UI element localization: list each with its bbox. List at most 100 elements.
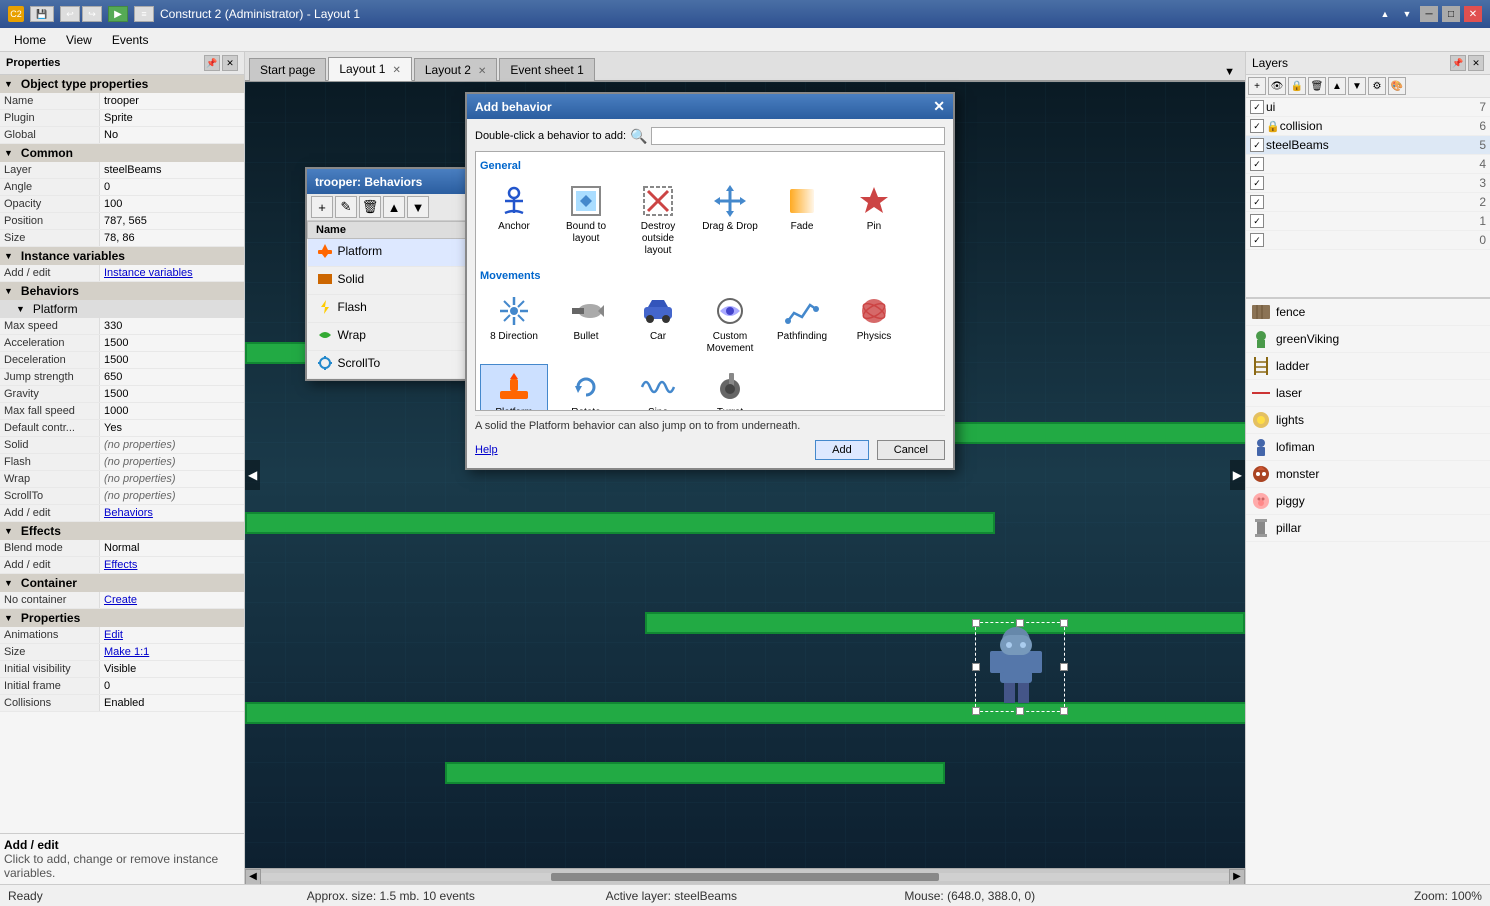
layer-4-vis[interactable]: ✓ (1250, 157, 1264, 171)
tab-layout1-close[interactable]: ✕ (392, 65, 400, 76)
behavior-drag[interactable]: Drag & Drop (696, 178, 764, 262)
behavior-bullet[interactable]: Bullet (552, 288, 620, 360)
layer-add-btn[interactable]: + (1248, 77, 1266, 95)
layer-ui[interactable]: ✓ ui 7 (1246, 98, 1490, 117)
tab-layout2-close[interactable]: ✕ (478, 66, 486, 77)
obj-ladder[interactable]: ladder (1246, 353, 1490, 380)
layer-2[interactable]: ✓ 2 (1246, 193, 1490, 212)
behavior-car[interactable]: Car (624, 288, 692, 360)
tabs-dropdown[interactable]: ▼ (1218, 64, 1241, 80)
layer-0-vis[interactable]: ✓ (1250, 233, 1264, 247)
behavior-physics[interactable]: Physics (840, 288, 908, 360)
beh-down-btn[interactable]: ▼ (407, 196, 429, 218)
obj-greenviking[interactable]: greenViking (1246, 326, 1490, 353)
behavior-bound[interactable]: Bound to layout (552, 178, 620, 262)
menu-home[interactable]: Home (4, 31, 56, 49)
beh-delete-btn[interactable]: 🗑 (359, 196, 381, 218)
layer-4[interactable]: ✓ 4 (1246, 155, 1490, 174)
layer-up-btn[interactable]: ▲ (1328, 77, 1346, 95)
pin-icon[interactable]: 📌 (204, 55, 220, 71)
behavior-pathfinding[interactable]: Pathfinding (768, 288, 836, 360)
layer-3-vis[interactable]: ✓ (1250, 176, 1264, 190)
make-1-1-link[interactable]: Make 1:1 (100, 644, 244, 660)
layer-lock-btn[interactable]: 🔒 (1288, 77, 1306, 95)
obj-fence[interactable]: fence (1246, 299, 1490, 326)
layer-ui-vis[interactable]: ✓ (1250, 100, 1264, 114)
beh-add-btn[interactable]: + (311, 196, 333, 218)
animations-link[interactable]: Edit (100, 627, 244, 643)
layer-0[interactable]: ✓ 0 (1246, 231, 1490, 250)
behavior-fade[interactable]: Fade (768, 178, 836, 262)
help-link[interactable]: Help (475, 444, 498, 456)
scroll-left-btn[interactable]: ◀ (245, 869, 261, 885)
layer-delete-btn[interactable]: 🗑 (1308, 77, 1326, 95)
scrollbar-track[interactable] (261, 873, 1229, 881)
collapse-container[interactable]: ▼ (4, 578, 13, 588)
arrow-up-btn[interactable]: ▲ (1376, 6, 1394, 22)
obj-monster[interactable]: monster (1246, 461, 1490, 488)
layer-1-vis[interactable]: ✓ (1250, 214, 1264, 228)
obj-laser[interactable]: laser (1246, 380, 1490, 407)
beh-up-btn[interactable]: ▲ (383, 196, 405, 218)
layers-pin-btn[interactable]: 📌 (1450, 55, 1466, 71)
tab-layout1[interactable]: Layout 1 ✕ (328, 57, 412, 81)
behavior-custom[interactable]: Custom Movement (696, 288, 764, 360)
minimize-btn[interactable]: ─ (1420, 6, 1438, 22)
tab-event-sheet[interactable]: Event sheet 1 (499, 58, 594, 81)
behavior-8dir[interactable]: 8 Direction (480, 288, 548, 360)
close-panel-icon[interactable]: ✕ (222, 55, 238, 71)
obj-lights[interactable]: lights (1246, 407, 1490, 434)
layer-2-vis[interactable]: ✓ (1250, 195, 1264, 209)
behavior-rotate[interactable]: Rotate (552, 364, 620, 411)
obj-pillar[interactable]: pillar (1246, 515, 1490, 542)
obj-piggy[interactable]: piggy (1246, 488, 1490, 515)
collapse-behaviors[interactable]: ▼ (4, 286, 13, 296)
behavior-destroy[interactable]: Destroy outside layout (624, 178, 692, 262)
redo-btn[interactable]: ↪ (82, 6, 102, 22)
close-btn[interactable]: ✕ (1464, 6, 1482, 22)
layer-settings-btn[interactable]: ⚙ (1368, 77, 1386, 95)
tab-start-page[interactable]: Start page (249, 58, 326, 81)
instance-vars-link[interactable]: Instance variables (100, 265, 244, 281)
create-link[interactable]: Create (100, 592, 244, 608)
collapse-ivars[interactable]: ▼ (4, 251, 13, 261)
collapse-common[interactable]: ▼ (4, 148, 13, 158)
add-behavior-close[interactable]: ✕ (933, 98, 945, 115)
layer-color-btn[interactable]: 🎨 (1388, 77, 1406, 95)
menu-view[interactable]: View (56, 31, 102, 49)
behavior-anchor[interactable]: Anchor (480, 178, 548, 262)
behavior-sine[interactable]: Sine (624, 364, 692, 411)
collapse-effects[interactable]: ▼ (4, 526, 13, 536)
behaviors-link[interactable]: Behaviors (100, 505, 244, 521)
search-input[interactable] (651, 127, 945, 145)
cancel-behavior-btn[interactable]: Cancel (877, 440, 945, 460)
layer-steel-vis[interactable]: ✓ (1250, 138, 1264, 152)
behavior-pin[interactable]: Pin (840, 178, 908, 262)
collapse-platform[interactable]: ▼ (16, 304, 25, 314)
tab-layout2[interactable]: Layout 2 ✕ (414, 58, 498, 81)
canvas-right-arrow[interactable]: ▶ (1230, 460, 1245, 490)
behavior-platform[interactable]: Platform (480, 364, 548, 411)
layers-close-btn[interactable]: ✕ (1468, 55, 1484, 71)
scroll-right-btn[interactable]: ▶ (1229, 869, 1245, 885)
effects-link[interactable]: Effects (100, 557, 244, 573)
collapse-arrow[interactable]: ▼ (4, 79, 13, 89)
layer-collision-vis[interactable]: ✓ (1250, 119, 1264, 133)
layer-eye-btn[interactable]: 👁 (1268, 77, 1286, 95)
beh-edit-btn[interactable]: ✎ (335, 196, 357, 218)
add-behavior-btn[interactable]: Add (815, 440, 869, 460)
maximize-btn[interactable]: □ (1442, 6, 1460, 22)
layer-collision[interactable]: ✓ 🔒 collision 6 (1246, 117, 1490, 136)
layer-1[interactable]: ✓ 1 (1246, 212, 1490, 231)
layer-3[interactable]: ✓ 3 (1246, 174, 1490, 193)
behavior-turret[interactable]: Turret (696, 364, 764, 411)
undo-btn[interactable]: ↩ (60, 6, 80, 22)
layer-steelbeams[interactable]: ✓ steelBeams 5 (1246, 136, 1490, 155)
canvas-left-arrow[interactable]: ◀ (245, 460, 260, 490)
layer-down-btn[interactable]: ▼ (1348, 77, 1366, 95)
run-btn[interactable]: ▶ (108, 6, 128, 22)
menu-events[interactable]: Events (102, 31, 159, 49)
arrow-down-btn[interactable]: ▼ (1398, 6, 1416, 22)
obj-lofiman[interactable]: lofiman (1246, 434, 1490, 461)
h-scrollbar[interactable]: ◀ ▶ (245, 868, 1245, 884)
